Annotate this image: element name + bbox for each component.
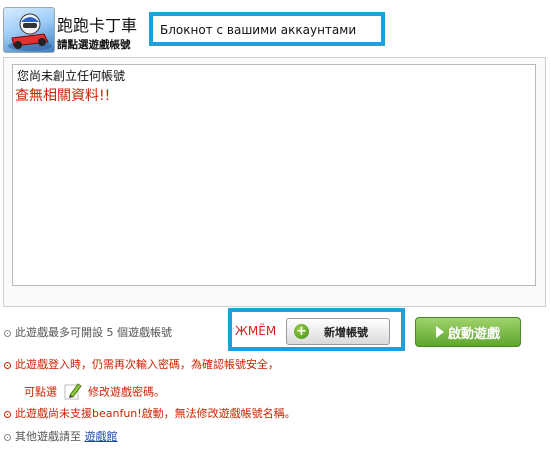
modify-password-text: 修改遊戲密碼。 <box>88 385 165 399</box>
bullet-icon <box>4 329 11 337</box>
empty-message: 您尚未創立任何帳號 <box>17 69 126 83</box>
modify-password-note: 可點選 修改遊戲密碼。 <box>24 382 165 403</box>
game-logo <box>3 7 55 53</box>
pencil-icon[interactable] <box>64 382 82 403</box>
account-limit-text: 此遊戲最多可開設 5 個遊戲帳號 <box>15 326 172 339</box>
other-games-note: 其他遊戲請至 遊戲館 <box>4 428 118 444</box>
add-account-button[interactable]: + 新增帳號 <box>286 318 390 345</box>
click-select-text: 可點選 <box>24 385 57 399</box>
game-subtitle: 請點選遊戲帳號 <box>57 39 131 51</box>
other-games-text: 其他遊戲請至 <box>15 430 81 443</box>
notepad-annotation-label: Блокнот с вашими аккаунтами <box>160 23 357 37</box>
start-game-label: 啟動遊戲 <box>447 326 500 342</box>
plus-icon: + <box>294 324 309 339</box>
beanfun-note-text: 此遊戲尚未支援beanfun!啟動，無法修改遊戲帳號名稱。 <box>15 407 296 420</box>
start-game-button[interactable]: 啟動遊戲 <box>415 317 521 347</box>
login-password-note: 此遊戲登入時，仍需再次輸入密碼，為確認帳號安全， <box>4 356 279 372</box>
bullet-icon <box>4 433 11 441</box>
account-limit-note: 此遊戲最多可開設 5 個遊戲帳號 <box>4 324 172 340</box>
no-data-message: 查無相關資料!! <box>15 88 111 104</box>
game-title: 跑跑卡丁車 <box>57 16 138 35</box>
play-icon <box>435 326 444 338</box>
arcade-link[interactable]: 遊戲館 <box>85 430 118 443</box>
login-note-text: 此遊戲登入時，仍需再次輸入密碼，為確認帳號安全， <box>15 358 279 371</box>
bullet-icon <box>4 361 11 369</box>
beanfun-note: 此遊戲尚未支援beanfun!啟動，無法修改遊戲帳號名稱。 <box>4 405 296 421</box>
bullet-icon <box>4 410 11 418</box>
add-account-label: 新增帳號 <box>324 325 368 339</box>
notepad-annotation: Блокнот с вашими аккаунтами <box>149 12 385 46</box>
